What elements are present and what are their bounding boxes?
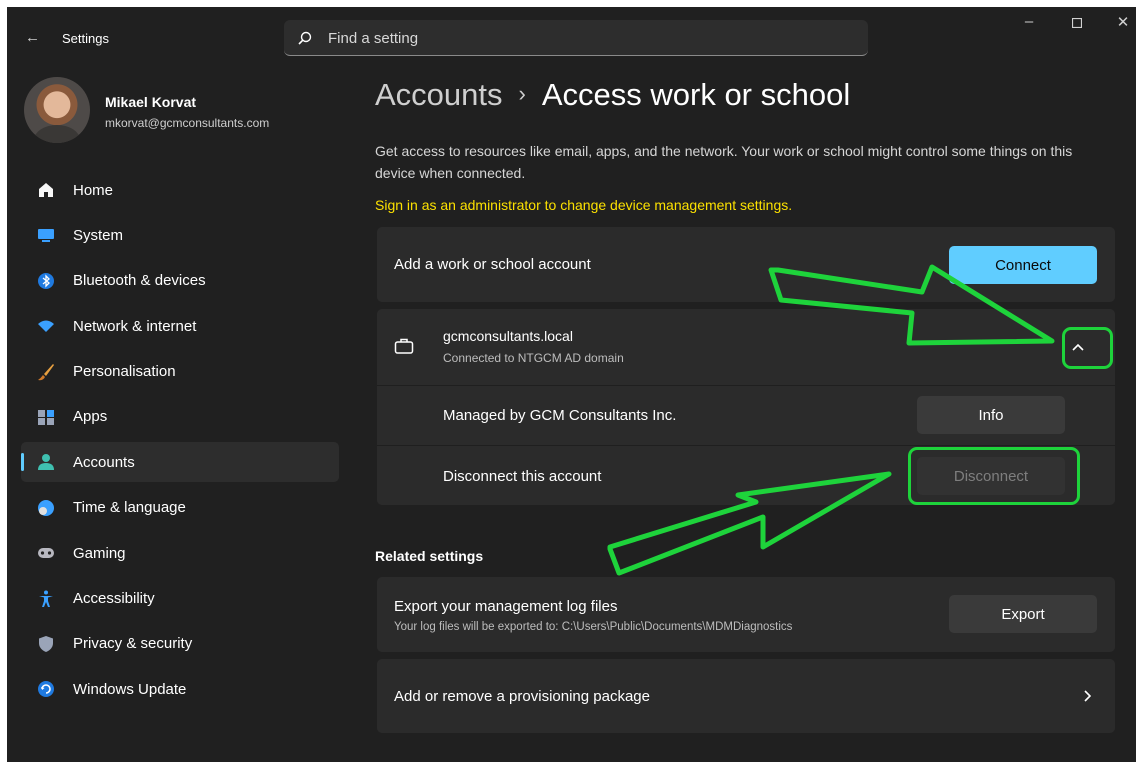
settings-window: ← Settings – ✕ Mikael Korvat mkorvat@gcm… [7, 7, 1136, 762]
annotation-arrows [607, 264, 1055, 576]
arrow-to-collapse [768, 264, 1055, 346]
arrow-to-disconnect [607, 471, 892, 576]
